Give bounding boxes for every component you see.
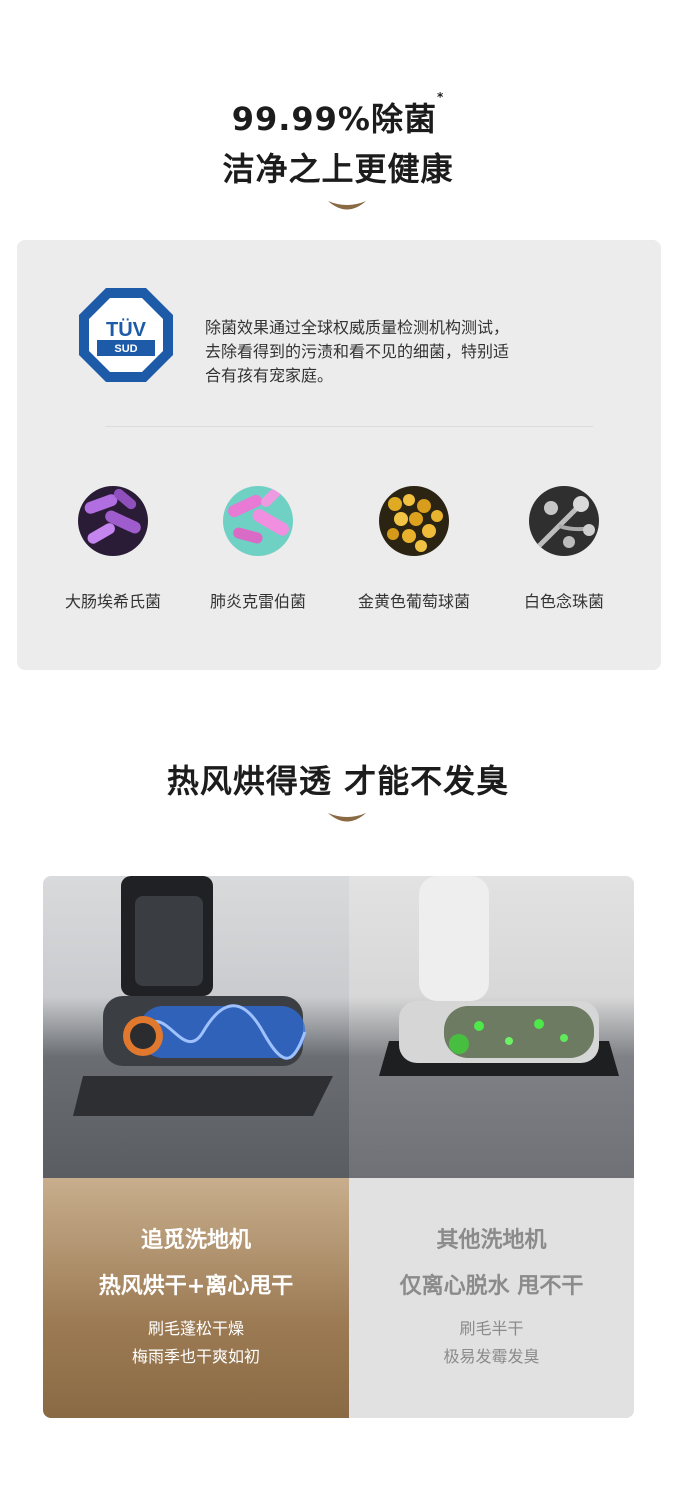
dreame-detail: 刷毛蓬松干燥 梅雨季也干爽如初 (43, 1315, 349, 1371)
desc-line-1: 除菌效果通过全球权威质量检测机构测试， (205, 318, 510, 337)
section2-title: 热风烘得透 才能不发臭 (166, 762, 510, 800)
title-main: 99.99%除菌 (231, 100, 437, 138)
tuv-sud-logo-icon: TÜV SUD (79, 288, 173, 382)
tuv-logo-text: TÜV (106, 318, 147, 341)
dreame-detail-2: 梅雨季也干爽如初 (131, 1347, 260, 1366)
bacteria-klebsiella-image (223, 486, 293, 556)
tuv-card: TÜV SUD 除菌效果通过全球权威质量检测机构测试， 去除看得到的污渍和看不见… (17, 240, 661, 670)
dreame-mop-image (43, 876, 349, 1178)
dreame-name: 追觅洗地机 (140, 1228, 251, 1253)
other-detail-2: 极易发霉发臭 (443, 1347, 540, 1366)
svg-text:SUD: SUD (114, 343, 137, 355)
bacteria-candida-image (529, 486, 599, 556)
other-name: 其他洗地机 (436, 1228, 547, 1253)
other-detail: 刷毛半干 极易发霉发臭 (349, 1315, 634, 1371)
other-feature: 仅离心脱水 甩不干 (399, 1274, 584, 1299)
other-detail-1: 刷毛半干 (459, 1319, 524, 1338)
title-asterisk: * (437, 90, 445, 104)
bacteria-label-2: 肺炎克雷伯菌 (209, 592, 306, 611)
other-panel: 其他洗地机 仅离心脱水 甩不干 刷毛半干 极易发霉发臭 (349, 1178, 634, 1418)
section1-subtitle: 洁净之上更健康 (222, 150, 454, 188)
dreame-feature: 热风烘干+离心甩干 (98, 1274, 294, 1299)
smile-divider-icon (328, 201, 366, 210)
bacteria-label-1: 大肠埃希氏菌 (64, 592, 161, 611)
section1-title: 99.99%除菌* (0, 90, 676, 140)
tuv-description: 除菌效果通过全球权威质量检测机构测试， 去除看得到的污渍和看不见的细菌，特别适 … (205, 316, 625, 388)
smile-divider-icon (328, 813, 366, 822)
bacteria-label-4: 白色念珠菌 (523, 592, 604, 611)
dreame-panel: 追觅洗地机 热风烘干+离心甩干 刷毛蓬松干燥 梅雨季也干爽如初 (43, 1178, 349, 1418)
bacteria-staph-image (379, 486, 449, 556)
desc-line-2: 去除看得到的污渍和看不见的细菌，特别适 (205, 342, 510, 361)
bacteria-label-3: 金黄色葡萄球菌 (357, 592, 470, 611)
other-mop-image (349, 876, 634, 1178)
bacteria-ecoli-image (78, 486, 148, 556)
card-divider (105, 426, 593, 427)
dreame-detail-1: 刷毛蓬松干燥 (147, 1319, 244, 1338)
desc-line-3: 合有孩有宠家庭。 (205, 366, 334, 385)
